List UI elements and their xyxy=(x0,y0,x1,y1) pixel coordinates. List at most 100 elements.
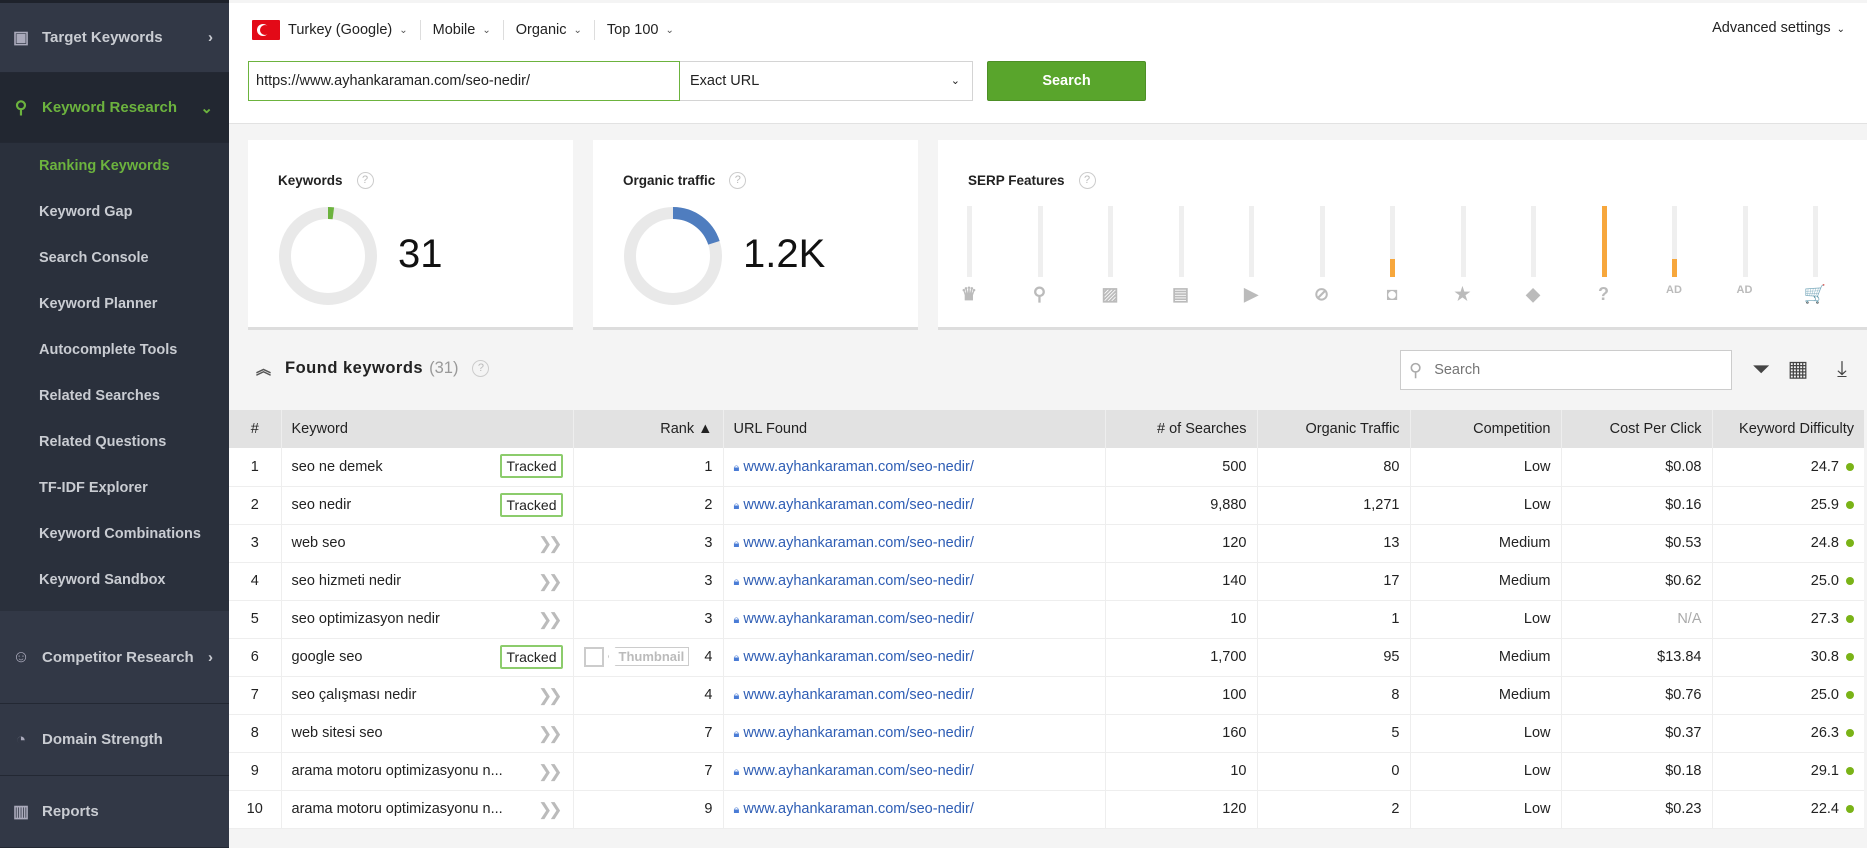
help-icon[interactable]: ? xyxy=(356,172,374,189)
searches: 10 xyxy=(1104,752,1257,791)
searches: 500 xyxy=(1104,448,1257,487)
table-search-input[interactable] xyxy=(1434,362,1695,378)
url-link[interactable]: www.ayhankaraman.com/seo-nedir/ xyxy=(743,573,974,589)
nav-target-keywords[interactable]: ▣ Target Keywords › xyxy=(0,3,229,73)
nav-sub-item[interactable]: Related Searches xyxy=(0,373,229,419)
url-cell: 🔒︎ www.ayhankaraman.com/seo-nedir/ xyxy=(722,714,1105,753)
double-chevron-icon[interactable]: ❯❯ xyxy=(538,762,562,782)
tracked-badge[interactable]: Tracked xyxy=(500,492,563,517)
table-row[interactable]: 3 web seo ❯❯ 3 🔒︎ www.ayhankaraman.com/seo… xyxy=(229,524,1864,563)
double-chevron-icon[interactable]: ❯❯ xyxy=(538,686,562,706)
url-link[interactable]: www.ayhankaraman.com/seo-nedir/ xyxy=(743,497,974,513)
lock-icon: 🔒︎ xyxy=(733,614,740,626)
nav-sub-item[interactable]: Keyword Gap xyxy=(0,189,229,235)
serp-bar-track xyxy=(1813,206,1818,277)
url-link[interactable]: www.ayhankaraman.com/seo-nedir/ xyxy=(743,611,974,627)
nav-sub-item[interactable]: Search Console xyxy=(0,235,229,281)
filter-icon[interactable]: ⏷ xyxy=(1748,356,1774,384)
column-header[interactable]: Keyword xyxy=(280,410,573,448)
nav-sub-item[interactable]: Keyword Sandbox xyxy=(0,557,229,603)
collapse-icon[interactable]: ︽ xyxy=(256,358,271,379)
help-icon[interactable]: ? xyxy=(1078,172,1096,189)
nav-sub-item[interactable]: Keyword Combinations xyxy=(0,511,229,557)
serp-feature[interactable]: ◆ xyxy=(1518,206,1548,311)
column-header[interactable]: Competition xyxy=(1409,410,1561,448)
nav-competitor-research[interactable]: ☺ Competitor Research › xyxy=(0,611,229,704)
url-link[interactable]: www.ayhankaraman.com/seo-nedir/ xyxy=(743,763,974,779)
table-row[interactable]: 5 seo optimizasyon nedir ❯❯ 3 🔒︎ www.ayhan… xyxy=(229,600,1864,639)
table-row[interactable]: 2 seo nedir Tracked 2 🔒︎ www.ayhankaraman.… xyxy=(229,486,1864,525)
cost-per-click: $0.76 xyxy=(1560,676,1712,715)
serp-feature[interactable]: ▤ xyxy=(1166,206,1196,311)
table-row[interactable]: 4 seo hizmeti nedir ❯❯ 3 🔒︎ www.ayhankaram… xyxy=(229,562,1864,601)
advanced-settings-dropdown[interactable]: Advanced settings ⌄ xyxy=(1712,20,1845,36)
lock-icon: 🔒︎ xyxy=(733,690,740,702)
nav-sub-item[interactable]: TF-IDF Explorer xyxy=(0,465,229,511)
url-link[interactable]: www.ayhankaraman.com/seo-nedir/ xyxy=(743,687,974,703)
download-icon[interactable]: ⤓ xyxy=(1829,356,1855,384)
country-dropdown[interactable]: Turkey (Google) ⌄ xyxy=(252,20,421,40)
serp-feature[interactable]: 🛒 xyxy=(1800,206,1830,311)
column-header[interactable]: Cost Per Click xyxy=(1560,410,1712,448)
column-header[interactable]: # of Searches xyxy=(1104,410,1257,448)
double-chevron-icon[interactable]: ❯❯ xyxy=(538,800,562,820)
table-row[interactable]: 6 google seo Tracked Thumbnail 4 🔒︎ www.ayh… xyxy=(229,638,1864,677)
serp-feature[interactable]: ⚲ xyxy=(1025,206,1055,311)
table-row[interactable]: 1 seo ne demek Tracked 1 🔒︎ www.ayhankaram… xyxy=(229,448,1864,487)
match-mode-select[interactable]: Exact URL ⌄ xyxy=(680,61,973,101)
table-row[interactable]: 10 arama motoru optimizasyonu n... ❯❯ 9 🔒… xyxy=(229,790,1864,829)
serp-feature[interactable]: ? xyxy=(1589,206,1619,311)
nav-keyword-research[interactable]: ⚲ Keyword Research ⌄ xyxy=(0,73,229,143)
nav-sub-item[interactable]: Keyword Planner xyxy=(0,281,229,327)
column-header[interactable]: # xyxy=(229,410,281,448)
double-chevron-icon[interactable]: ❯❯ xyxy=(538,572,562,592)
double-chevron-icon[interactable]: ❯❯ xyxy=(538,534,562,554)
tracked-badge[interactable]: Tracked xyxy=(500,644,563,669)
search-button[interactable]: Search xyxy=(987,61,1146,101)
rank-cell: 2 xyxy=(572,486,723,525)
table-search[interactable]: ⚲ xyxy=(1400,350,1732,390)
help-icon[interactable]: ? xyxy=(729,172,747,189)
table-row[interactable]: 9 arama motoru optimizasyonu n... ❯❯ 7 🔒︎… xyxy=(229,752,1864,791)
chevron-down-icon: ⌄ xyxy=(665,24,674,36)
keywords-card: Keywords? 31 xyxy=(248,140,573,330)
url-input[interactable] xyxy=(248,61,680,101)
serp-feature[interactable]: ▶ xyxy=(1236,206,1266,311)
nav-domain-strength[interactable]: ◔ Domain Strength xyxy=(0,704,229,776)
column-header[interactable]: Rank ▲ xyxy=(572,410,723,448)
serp-feature[interactable]: ▨ xyxy=(1095,206,1125,311)
url-link[interactable]: www.ayhankaraman.com/seo-nedir/ xyxy=(743,801,974,817)
url-link[interactable]: www.ayhankaraman.com/seo-nedir/ xyxy=(743,649,974,665)
thumbnail-badge[interactable]: Thumbnail xyxy=(583,646,690,667)
double-chevron-icon[interactable]: ❯❯ xyxy=(538,724,562,744)
device-dropdown[interactable]: Mobile ⌄ xyxy=(421,20,504,40)
serp-feature[interactable]: AD xyxy=(1730,206,1760,311)
column-header[interactable]: Keyword Difficulty xyxy=(1711,410,1864,448)
serp-feature[interactable]: ★ xyxy=(1448,206,1478,311)
serp-feature[interactable]: AD xyxy=(1659,206,1689,311)
nav-reports[interactable]: ▥ Reports xyxy=(0,776,229,848)
serp-feature[interactable]: ⊘ xyxy=(1307,206,1337,311)
url-link[interactable]: www.ayhankaraman.com/seo-nedir/ xyxy=(743,535,974,551)
help-icon[interactable]: ? xyxy=(472,360,490,377)
depth-dropdown[interactable]: Top 100 ⌄ xyxy=(595,20,686,40)
card-title: Organic traffic xyxy=(623,173,716,188)
double-chevron-icon[interactable]: ❯❯ xyxy=(538,610,562,630)
serp-feature[interactable]: ◘ xyxy=(1377,206,1407,311)
tracked-badge[interactable]: Tracked xyxy=(500,454,563,478)
nav-sub-item[interactable]: Autocomplete Tools xyxy=(0,327,229,373)
serp-feature[interactable]: ♛ xyxy=(954,206,984,311)
column-header[interactable]: Organic Traffic xyxy=(1256,410,1410,448)
column-header[interactable]: URL Found xyxy=(722,410,1105,448)
nav-sub-item[interactable]: Ranking Keywords xyxy=(0,143,229,189)
difficulty-dot-icon xyxy=(1846,501,1854,510)
type-dropdown[interactable]: Organic ⌄ xyxy=(504,20,595,40)
url-link[interactable]: www.ayhankaraman.com/seo-nedir/ xyxy=(743,459,974,475)
keyword: seo hizmeti nedir xyxy=(291,573,402,589)
nav-sub-item[interactable]: Related Questions xyxy=(0,419,229,465)
serp-bar-track xyxy=(1672,206,1677,277)
url-link[interactable]: www.ayhankaraman.com/seo-nedir/ xyxy=(743,725,974,741)
table-row[interactable]: 8 web sitesi seo ❯❯ 7 🔒︎ www.ayhankaraman.… xyxy=(229,714,1864,753)
table-row[interactable]: 7 seo çalışması nedir ❯❯ 4 🔒︎ www.ayhankar… xyxy=(229,676,1864,715)
columns-icon[interactable]: ▦ xyxy=(1785,356,1811,384)
